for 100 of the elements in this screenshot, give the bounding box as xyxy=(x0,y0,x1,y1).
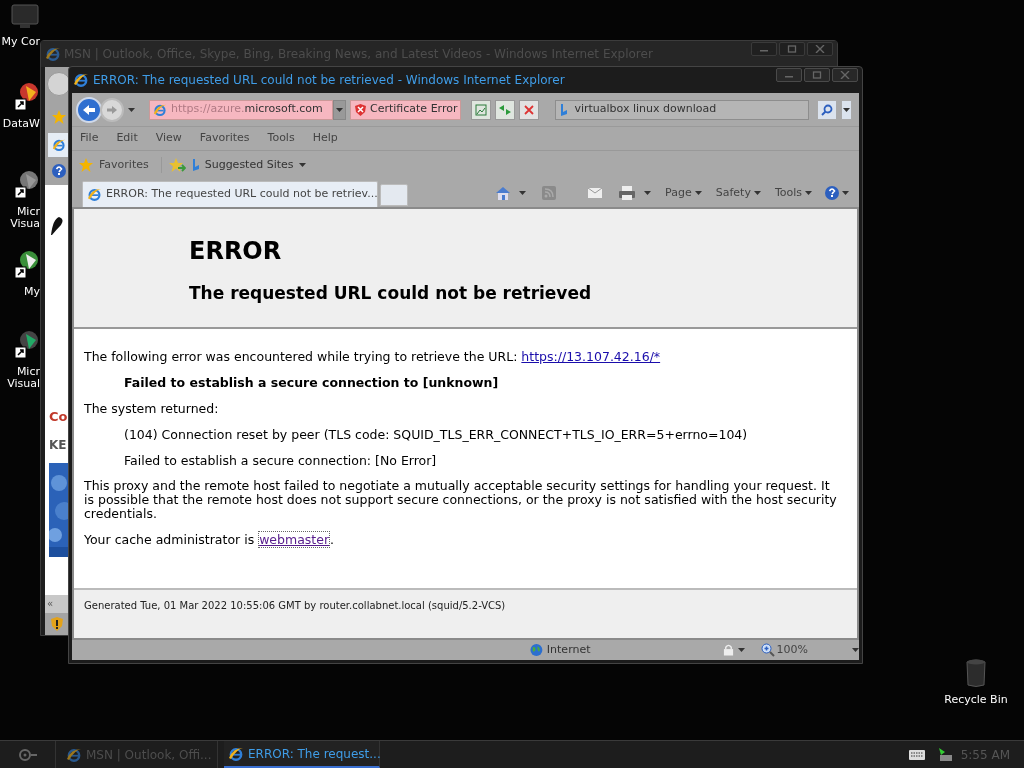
keyboard-icon[interactable] xyxy=(908,749,925,760)
refresh-button[interactable] xyxy=(495,99,516,120)
admin-text: Your cache administrator is webmaster. xyxy=(84,532,336,547)
caret-icon xyxy=(298,163,306,167)
menu-item[interactable]: Edit xyxy=(116,130,138,147)
shortcut-icon[interactable] xyxy=(14,82,38,112)
network-icon[interactable] xyxy=(936,746,953,763)
command-menu[interactable]: Page xyxy=(665,184,702,202)
right-arrow-icon xyxy=(106,104,118,115)
add-favorite-icon[interactable] xyxy=(167,157,186,173)
caret-icon xyxy=(805,191,812,195)
zoom-button[interactable]: 100% xyxy=(760,641,808,659)
maximize-button[interactable] xyxy=(804,68,830,82)
icon-label: My xyxy=(24,286,40,298)
bing-icon xyxy=(191,158,200,172)
icon-label: Micr xyxy=(16,206,40,218)
caret-icon xyxy=(644,191,652,195)
icon-label: My Cor xyxy=(1,36,40,48)
browser-icon xyxy=(228,745,244,762)
taskbar-button[interactable]: ERROR: The request... xyxy=(224,741,380,768)
search-field[interactable]: virtualbox linux download xyxy=(555,99,810,120)
back-button[interactable] xyxy=(47,72,71,96)
page-icon xyxy=(475,103,488,116)
explanation-text: This proxy and the remote host failed to negotiate a mutually acceptable security settings for handling your request. It is possible that the remote host does not support secure connections, or the proxy is not satisfied with the host security credentials. xyxy=(84,479,838,521)
lock-icon[interactable] xyxy=(722,643,734,657)
browser-icon xyxy=(66,746,82,763)
caret-icon xyxy=(737,648,745,652)
system-returned-label: The system returned: xyxy=(84,401,220,416)
bing-icon xyxy=(560,102,569,117)
shield-icon[interactable] xyxy=(50,616,64,632)
error-detail: Failed to establish a secure connection: [No Error] xyxy=(123,453,438,468)
url-link[interactable]: https://13.107.42.16/* xyxy=(521,349,661,364)
browser-icon xyxy=(87,187,102,202)
forward-button[interactable] xyxy=(100,97,124,122)
left-arrow-icon xyxy=(82,103,96,116)
menu-item[interactable]: File xyxy=(80,130,99,147)
shield-icon xyxy=(354,102,367,117)
error-subheading: The requested URL could not be retrieved xyxy=(189,282,593,305)
close-icon xyxy=(815,45,825,53)
help-button[interactable] xyxy=(824,185,849,201)
maximize-icon xyxy=(787,45,797,53)
printer-icon[interactable] xyxy=(618,185,637,201)
dropdown-button[interactable] xyxy=(333,99,346,120)
stop-button[interactable] xyxy=(519,99,540,120)
icon-label: Recycle Bin xyxy=(944,692,1008,708)
icon-label: DataW xyxy=(2,118,40,130)
browser-icon xyxy=(45,46,61,62)
error-intro: The following error was encountered while trying to retrieve the URL: https://13.107.42.16/* xyxy=(84,349,662,364)
help-icon[interactable] xyxy=(51,163,67,179)
browser-icon xyxy=(73,72,89,88)
monitor-icon[interactable] xyxy=(11,4,39,30)
menu-item[interactable]: View xyxy=(155,130,182,147)
text-fragment: KE xyxy=(49,437,68,453)
close-button[interactable] xyxy=(832,68,858,82)
caret-icon xyxy=(843,107,851,112)
caret-icon xyxy=(694,191,702,195)
shortcut-icon[interactable] xyxy=(14,250,38,280)
recycle-bin-icon[interactable] xyxy=(965,658,987,688)
zone-label: Internet xyxy=(546,641,591,658)
browser-tab[interactable]: ERROR: The requested URL could not be retriev... xyxy=(82,181,378,207)
browser-icon xyxy=(52,138,66,152)
search-options-button[interactable] xyxy=(841,99,853,120)
favorites-button[interactable]: Favorites xyxy=(78,156,162,174)
caret-icon xyxy=(336,107,343,112)
home-icon[interactable] xyxy=(495,185,512,201)
maximize-icon xyxy=(812,71,822,79)
error-heading: ERROR xyxy=(189,236,283,267)
menu-item[interactable]: Tools xyxy=(267,130,295,147)
star-icon[interactable] xyxy=(51,109,67,125)
suggested-sites-button[interactable]: Suggested Sites xyxy=(191,156,306,174)
menu-item[interactable]: Help xyxy=(312,130,338,147)
menu-item[interactable]: Favorites xyxy=(199,130,250,147)
search-icon xyxy=(821,103,834,116)
certificate-error-button[interactable]: Certificate Error xyxy=(350,99,462,120)
shortcut-icon[interactable] xyxy=(14,170,38,200)
minimize-button[interactable] xyxy=(751,42,777,56)
icon-label: Visual xyxy=(7,378,40,390)
maximize-button[interactable] xyxy=(779,42,805,56)
address-field[interactable]: https://azure.microsoft.com xyxy=(149,99,333,120)
caret-icon xyxy=(128,107,135,112)
shortcut-icon[interactable] xyxy=(14,330,38,360)
mail-icon[interactable] xyxy=(588,188,603,198)
compatibility-button[interactable] xyxy=(471,99,492,120)
heading-fragment: Co xyxy=(49,409,69,425)
close-icon xyxy=(840,71,850,79)
globe-icon xyxy=(530,643,543,657)
refresh-icon xyxy=(498,103,513,116)
scroll-button[interactable]: « xyxy=(47,599,54,609)
zoom-icon xyxy=(760,643,775,657)
clock: 5:55 AM xyxy=(960,746,1010,764)
search-button[interactable] xyxy=(817,99,838,120)
new-tab-button[interactable] xyxy=(380,184,408,206)
webmaster-link[interactable]: webmaster xyxy=(258,531,331,548)
minimize-button[interactable] xyxy=(776,68,802,82)
close-button[interactable] xyxy=(807,42,833,56)
icon-label: Micr xyxy=(16,366,40,378)
browser-icon xyxy=(153,102,167,117)
command-menu[interactable]: Tools xyxy=(774,184,812,202)
caret-icon xyxy=(852,648,859,652)
command-menu[interactable]: Safety xyxy=(715,184,761,202)
